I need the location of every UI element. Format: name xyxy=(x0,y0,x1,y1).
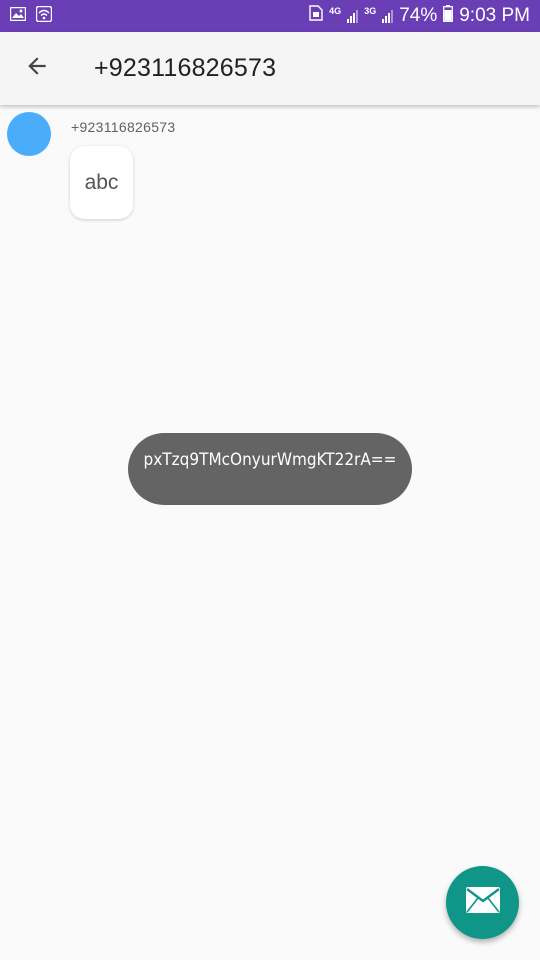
network-type-2: 3G xyxy=(364,6,377,16)
compose-fab-button[interactable] xyxy=(446,866,519,939)
conversation-title: +923116826573 xyxy=(94,54,277,82)
signal-icon-2 xyxy=(382,9,394,23)
toast-message: pxTzq9TMcOnyurWmgKT22rA== xyxy=(128,433,412,505)
battery-icon xyxy=(443,4,454,28)
message-sender: +923116826573 xyxy=(71,119,176,135)
signal-icon-1 xyxy=(347,9,359,23)
network-type-1: 4G xyxy=(329,6,342,16)
avatar[interactable] xyxy=(7,112,51,156)
message-bubble[interactable]: abc xyxy=(70,146,133,219)
wifi-icon xyxy=(35,5,53,27)
back-button[interactable] xyxy=(0,32,74,105)
battery-percent: 74% xyxy=(399,5,438,26)
clock: 9:03 PM xyxy=(459,5,530,26)
app-bar: +923116826573 xyxy=(0,32,540,105)
status-bar: 4G 3G 74% 9:03 PM xyxy=(0,0,540,32)
sim-icon xyxy=(309,5,323,27)
status-right-icons: 4G 3G 74% 9:03 PM xyxy=(309,4,530,28)
arrow-left-icon xyxy=(24,53,50,84)
status-left-icons xyxy=(9,5,53,27)
mail-icon xyxy=(465,887,500,918)
image-icon xyxy=(9,6,27,26)
